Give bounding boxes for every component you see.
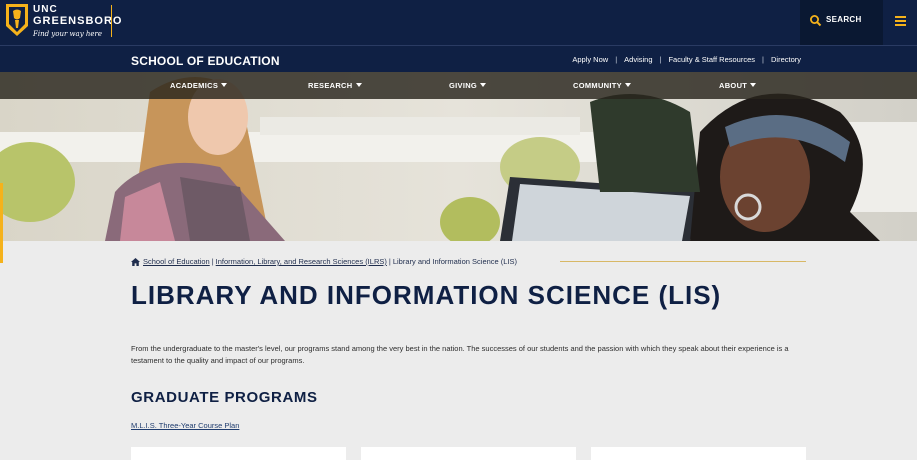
breadcrumb-current: Library and Information Science (LIS) [392,257,518,266]
advising-link[interactable]: Advising [624,55,652,64]
caret-down-icon [624,83,631,87]
logo-tagline: Find your way here [33,30,103,38]
school-title[interactable]: SCHOOL OF EDUCATION [131,54,280,68]
nav-giving-label: GIVING [449,81,478,90]
search-icon [810,15,822,27]
caret-down-icon [480,83,487,87]
nav-academics[interactable]: ACADEMICS [170,81,228,90]
nav-community-label: COMMUNITY [573,81,622,90]
uncg-logo[interactable]: UNC GREENSBORO Find your way here [4,2,121,42]
search-label: SEARCH [826,15,862,24]
top-bar: UNC GREENSBORO Find your way here SEARCH [0,0,917,45]
nav-about[interactable]: ABOUT [719,81,757,90]
spartan-seal-icon [6,4,28,36]
nav-about-label: ABOUT [719,81,748,90]
home-icon[interactable] [131,257,140,266]
page-title: LIBRARY AND INFORMATION SCIENCE (LIS) [131,280,722,310]
program-card-2[interactable] [361,447,576,460]
program-card-3[interactable] [591,447,806,460]
hamburger-menu-icon[interactable] [893,13,909,29]
breadcrumb-school-of-education[interactable]: School of Education [143,257,210,266]
search-button[interactable]: SEARCH [800,0,883,45]
logo-divider [111,5,112,37]
caret-down-icon [355,83,362,87]
directory-link[interactable]: Directory [771,55,801,64]
nav-giving[interactable]: GIVING [449,81,487,90]
caret-down-icon [750,83,757,87]
nav-academics-label: ACADEMICS [170,81,219,90]
breadcrumb-divider [560,261,806,262]
nav-research[interactable]: RESEARCH [308,81,362,90]
nav-research-label: RESEARCH [308,81,353,90]
school-bar: SCHOOL OF EDUCATION Apply Now | Advising… [0,45,917,72]
faculty-staff-resources-link[interactable]: Faculty & Staff Resources [668,55,755,64]
utility-links: Apply Now | Advising | Faculty & Staff R… [572,55,801,64]
caret-down-icon [221,83,228,87]
intro-paragraph: From the undergraduate to the master's l… [131,344,789,365]
left-accent-bar [0,183,3,263]
logo-unc: UNC [33,4,58,15]
breadcrumb-ilrs[interactable]: Information, Library, and Research Scien… [216,257,387,266]
logo-greensboro: GREENSBORO [33,15,123,27]
program-card-1[interactable] [131,447,346,460]
apply-now-link[interactable]: Apply Now [572,55,608,64]
breadcrumb: School of Education | Information, Libra… [131,257,517,266]
section-title-graduate-programs: GRADUATE PROGRAMS [131,389,318,406]
mlis-course-plan-link[interactable]: M.L.I.S. Three-Year Course Plan [131,421,239,430]
main-nav: ACADEMICS RESEARCH GIVING COMMUNITY ABOU… [0,72,917,99]
nav-community[interactable]: COMMUNITY [573,81,631,90]
